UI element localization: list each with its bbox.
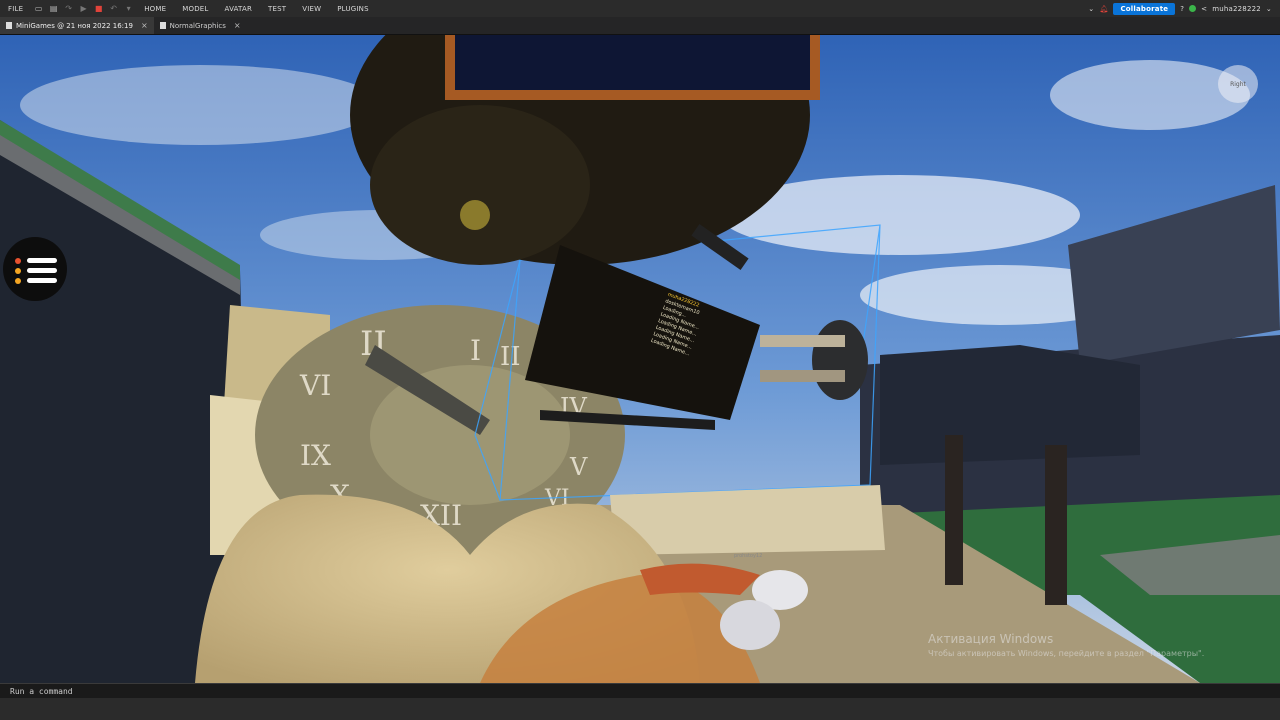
- status-strip: [0, 698, 1280, 720]
- chevron-down-icon[interactable]: ▾: [124, 4, 133, 13]
- menu-icon: [27, 258, 57, 263]
- menu-plugins[interactable]: PLUGINS: [337, 5, 368, 13]
- svg-text:II: II: [500, 342, 521, 372]
- windows-activation-watermark: Активация Windows Чтобы активировать Win…: [928, 632, 1204, 658]
- new-file-icon[interactable]: ▭: [34, 4, 43, 13]
- player-nametag: prohstoy12: [734, 553, 763, 559]
- activation-title: Активация Windows: [928, 632, 1054, 646]
- undo-icon[interactable]: ↶: [109, 4, 118, 13]
- script-file-icon: [159, 22, 166, 29]
- status-icon: [1189, 5, 1197, 12]
- view-cube[interactable]: Right: [1218, 65, 1258, 103]
- menu-bar: FILE ▭ ▤ ↷ ▶ ■ ↶ ▾ HOME MODEL AVATAR TES…: [0, 0, 1280, 17]
- menu-icon: [27, 278, 57, 283]
- tab-label: MiniGames @ 21 ноя 2022 16:19: [16, 21, 133, 30]
- toolbar-right: ⌄ 🔔︎ Collaborate ? < muha228222 ⌄: [1088, 0, 1272, 17]
- tab-label: NormalGraphics: [169, 21, 226, 30]
- play-icon[interactable]: ▶: [79, 4, 88, 13]
- command-bar[interactable]: Run a command: [0, 683, 1280, 698]
- menu-file[interactable]: FILE: [8, 5, 23, 13]
- activation-subtitle: Чтобы активировать Windows, перейдите в …: [928, 649, 1205, 658]
- tab-minigames[interactable]: MiniGames @ 21 ноя 2022 16:19 ×: [0, 17, 154, 34]
- user-dropdown-icon[interactable]: ⌄: [1266, 5, 1272, 13]
- redo-icon[interactable]: ↷: [64, 4, 73, 13]
- game-menu-button[interactable]: [3, 237, 67, 301]
- username[interactable]: muha228222: [1212, 5, 1261, 13]
- menu-view[interactable]: VIEW: [302, 5, 321, 13]
- place-file-icon: [6, 22, 12, 29]
- document-tabs: MiniGames @ 21 ноя 2022 16:19 × NormalGr…: [0, 17, 1280, 35]
- menu-test[interactable]: TEST: [268, 5, 286, 13]
- tab-normalgraphics[interactable]: NormalGraphics ×: [154, 17, 247, 34]
- stop-icon[interactable]: ■: [94, 4, 103, 13]
- close-icon[interactable]: ×: [141, 21, 148, 30]
- menu-avatar[interactable]: AVATAR: [225, 5, 253, 13]
- notification-dot-icon: [15, 278, 21, 284]
- menu-model[interactable]: MODEL: [182, 5, 208, 13]
- svg-text:I: I: [470, 334, 481, 367]
- scene-render: II I II VI IV V IX X XII VI: [0, 35, 1280, 683]
- notification-dot-icon: [15, 268, 21, 274]
- collaborate-button[interactable]: Collaborate: [1113, 2, 1176, 15]
- menu-icon: [27, 268, 57, 273]
- menu-home[interactable]: HOME: [144, 5, 166, 13]
- 3d-viewport[interactable]: II I II VI IV V IX X XII VI: [0, 35, 1280, 683]
- collapse-icon[interactable]: ⌄: [1088, 5, 1094, 13]
- notification-dot-icon: [15, 258, 21, 264]
- save-icon[interactable]: ▤: [49, 4, 58, 13]
- help-icon[interactable]: ?: [1180, 5, 1184, 13]
- view-cube-label: Right: [1230, 80, 1246, 88]
- svg-text:VI: VI: [299, 369, 331, 402]
- share-icon[interactable]: <: [1201, 5, 1207, 13]
- close-icon[interactable]: ×: [234, 21, 241, 30]
- command-input[interactable]: Run a command: [10, 687, 73, 696]
- notification-icon[interactable]: 🔔︎: [1099, 5, 1108, 13]
- svg-text:IX: IX: [300, 439, 331, 472]
- svg-text:V: V: [569, 453, 588, 481]
